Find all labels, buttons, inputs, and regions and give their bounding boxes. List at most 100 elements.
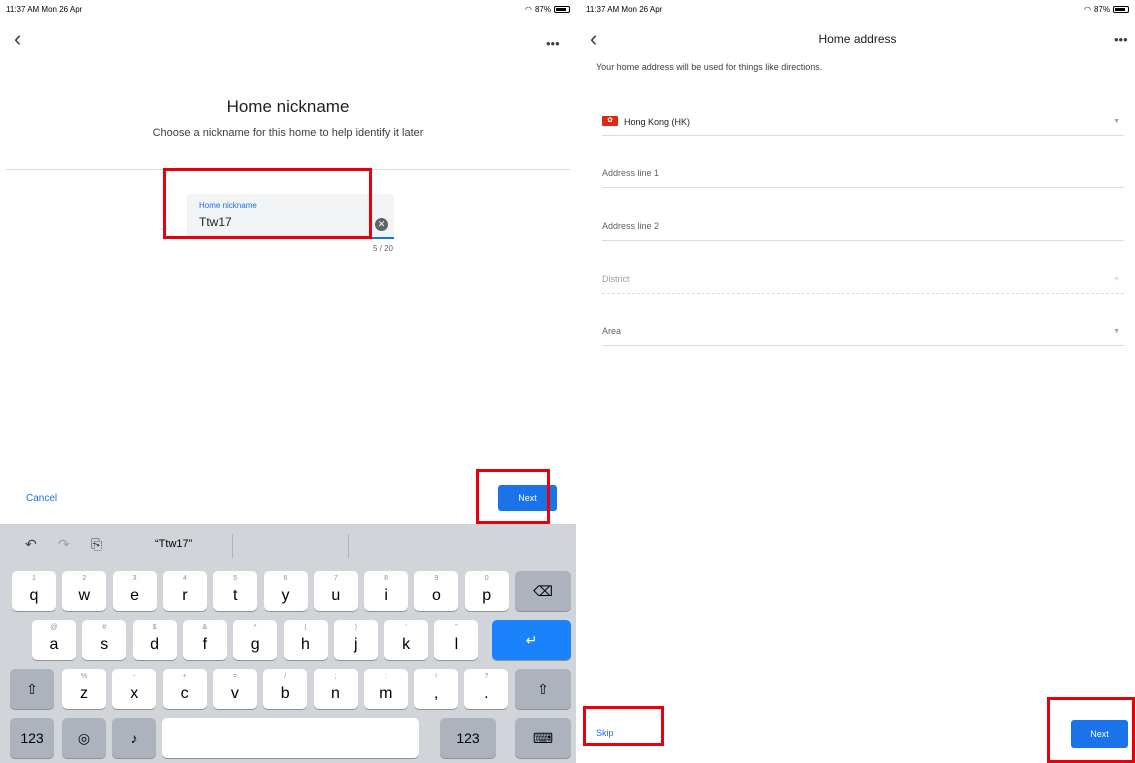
redo-icon[interactable]: ↷ (58, 536, 70, 553)
key-letter: a (49, 636, 59, 653)
key-b[interactable]: / b (263, 669, 308, 709)
battery-icon (1113, 6, 1129, 13)
key-n[interactable]: ; n (313, 669, 358, 709)
key-letter: b (280, 685, 290, 702)
key-hint: 2 (82, 575, 87, 582)
district-placeholder: District (602, 274, 630, 284)
key-s[interactable]: # s (82, 620, 127, 660)
hide-keyboard-key[interactable]: ⌨ (515, 718, 571, 758)
key-letter: d (150, 636, 160, 653)
key-letter: g (250, 636, 260, 653)
undo-icon[interactable]: ↶ (25, 536, 37, 553)
key-g[interactable]: * g (233, 620, 278, 660)
key-letter: k (402, 636, 411, 653)
key-f[interactable]: & f (182, 620, 227, 660)
key-d[interactable]: $ d (132, 620, 177, 660)
key-letter: w (78, 587, 91, 604)
key-l[interactable]: ” l (434, 620, 479, 660)
dropdown-arrow-icon: ▼ (1113, 328, 1120, 335)
key-w[interactable]: 2w (62, 571, 107, 611)
key-,[interactable]: !, (414, 669, 459, 709)
address-line-2-field[interactable]: Address line 2 (602, 213, 1124, 241)
key-hint: ( (304, 624, 307, 631)
address-line-1-field[interactable]: Address line 1 (602, 160, 1124, 188)
key-letter: o (431, 587, 441, 604)
key-letter: y (281, 587, 290, 604)
back-arrow-icon[interactable]: ‹ (14, 28, 21, 50)
status-bar: 11:37 AM Mon 26 Apr ◠ 87% (586, 5, 1129, 17)
shift-left-key[interactable]: ⇧ (10, 669, 54, 709)
country-value: Hong Kong (HK) (624, 117, 691, 127)
key-letter: z (80, 685, 88, 702)
key-letter: p (482, 587, 492, 604)
key-t[interactable]: 5t (213, 571, 258, 611)
key-v[interactable]: = v (212, 669, 257, 709)
dropdown-arrow-icon: ▼ (1113, 118, 1120, 125)
area-placeholder: Area (602, 326, 622, 336)
backspace-key[interactable]: ⌫ (515, 571, 571, 611)
microphone-key[interactable]: ♪ (112, 718, 156, 758)
shift-right-icon: ⇧ (537, 680, 549, 697)
key-z[interactable]: % z (62, 669, 106, 709)
district-select[interactable]: District ▼ (602, 266, 1124, 294)
key-c[interactable]: + c (162, 669, 207, 709)
microphone-icon: ♪ (130, 730, 138, 746)
hong-kong-flag-icon: ✿ (602, 116, 618, 126)
key-q[interactable]: 1q (12, 571, 56, 611)
dropdown-arrow-icon: ▼ (1113, 276, 1120, 283)
more-options-icon[interactable]: ••• (1114, 32, 1128, 47)
highlight-box (163, 168, 372, 239)
battery-percent: 87% (534, 5, 551, 14)
key-.[interactable]: ?. (464, 669, 509, 709)
key-o[interactable]: 9o (414, 571, 459, 611)
country-select[interactable]: ✿ Hong Kong (HK) ▼ (602, 108, 1124, 136)
character-counter: 5 / 20 (372, 244, 393, 253)
battery-percent: 87% (1093, 5, 1110, 14)
numbers-key-left[interactable]: 123 (10, 718, 54, 758)
numbers-key-right[interactable]: 123 (440, 718, 496, 758)
key-k[interactable]: ’ k (384, 620, 429, 660)
space-bar[interactable] (162, 718, 419, 758)
globe-key[interactable]: ◎ (62, 718, 106, 758)
key-hint: ) (354, 624, 357, 631)
key-p[interactable]: 0p (464, 571, 509, 611)
area-select[interactable]: Area ▼ (602, 318, 1124, 346)
numbers-key-right-label: 123 (456, 730, 480, 746)
key-y[interactable]: 6y (263, 571, 308, 611)
wifi-icon: ◠ (1084, 5, 1091, 14)
key-a[interactable]: @ a (32, 620, 76, 660)
shift-left-icon: ⇧ (26, 680, 38, 697)
home-nickname-screen: 11:37 AM Mon 26 Apr ◠ 87% ‹ ••• Home nic… (0, 0, 576, 763)
key-h[interactable]: (h (283, 620, 328, 660)
more-options-icon[interactable]: ••• (546, 36, 560, 51)
key-hint: 1 (32, 575, 36, 582)
key-letter: j (354, 636, 358, 653)
suggestion-word[interactable]: “Ttw17” (155, 538, 192, 550)
key-x[interactable]: -x (112, 669, 157, 709)
key-r[interactable]: 4r (162, 571, 207, 611)
cancel-button[interactable]: Cancel (26, 493, 57, 504)
key-letter: u (331, 587, 341, 604)
on-screen-keyboard: ↶ ↷ ⎘ “Ttw17” 1 q 2 w 3 e 4 r 5 t 6 y 7 u 8 i 9 o 0 p ⌫ @ a # s $… (0, 524, 576, 763)
key-letter: e (130, 587, 140, 604)
paste-icon[interactable]: ⎘ (91, 536, 102, 553)
key-hint: * (253, 624, 257, 631)
suggestion-bar: ↶ ↷ ⎘ “Ttw17” (0, 524, 576, 566)
suggestion-divider (348, 534, 349, 558)
clear-icon[interactable]: ✕ (375, 218, 388, 231)
key-u[interactable]: 7u (313, 571, 358, 611)
return-key[interactable]: ↵ (492, 620, 571, 660)
key-hint: 7 (333, 575, 338, 582)
key-letter: q (29, 587, 39, 604)
key-m[interactable]: :m (363, 669, 408, 709)
shift-right-key[interactable]: ⇧ (515, 669, 571, 709)
status-time: 11:37 AM Mon 26 Apr (6, 5, 83, 14)
key-e[interactable]: 3e (112, 571, 157, 611)
key-hint: : (384, 673, 387, 680)
key-j[interactable]: ) j (333, 620, 378, 660)
key-hint: - (133, 673, 136, 680)
status-bar: 11:37 AM Mon 26 Apr ◠ 87% (6, 5, 570, 17)
key-hint: ” (455, 624, 458, 631)
key-i[interactable]: 8i (364, 571, 409, 611)
key-hint: # (102, 624, 107, 631)
